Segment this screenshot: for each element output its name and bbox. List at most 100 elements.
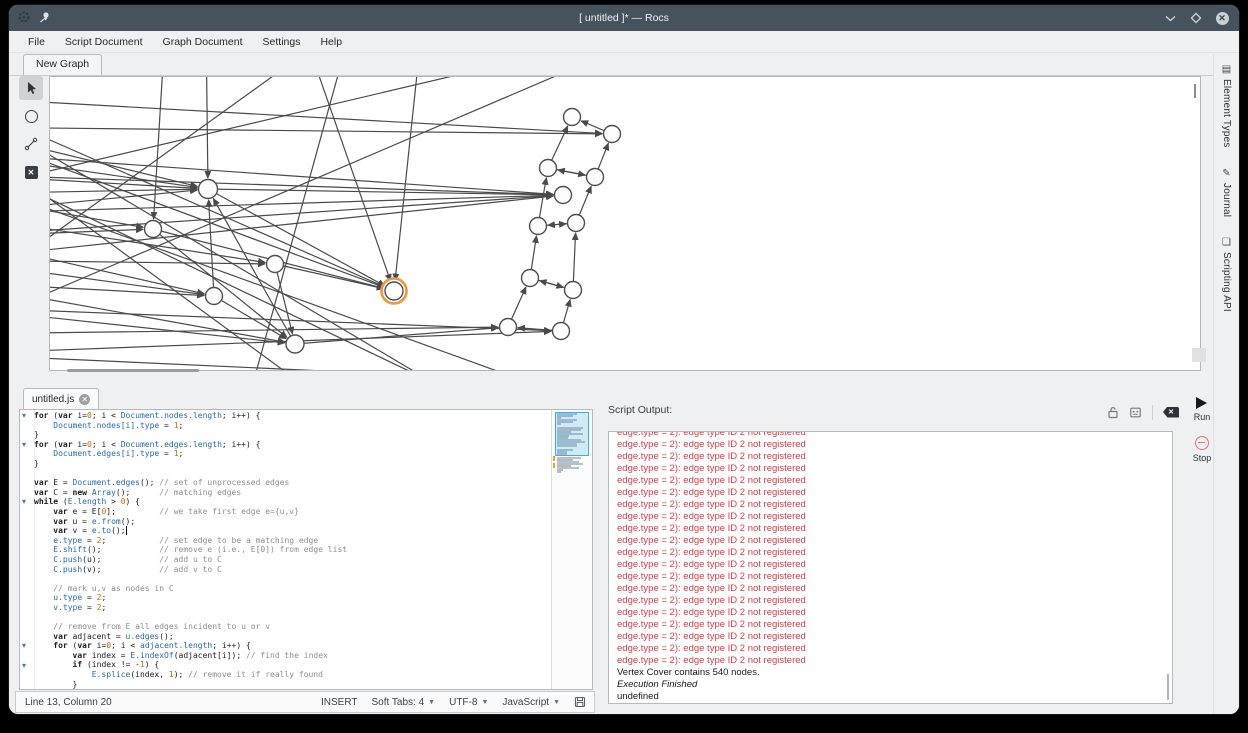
output-error-line: edge.type = 2): edge type ID 2 not regis… xyxy=(617,431,1172,439)
menu-item-settings[interactable]: Settings xyxy=(254,33,310,51)
code-line: var v = e.to(); xyxy=(34,526,552,536)
code-area[interactable]: for (var i=0; i < Document.nodes.length;… xyxy=(34,411,552,689)
code-line: // mark u,v as nodes in C xyxy=(34,584,552,594)
code-editor[interactable]: ▾ ▾ ▾ ▾ ▾ for (var i=0; i < Document.nodes.l… xyxy=(19,409,593,690)
graph-node[interactable] xyxy=(604,126,621,143)
tab-untitled-js[interactable]: untitled.js ✕ xyxy=(23,388,99,410)
code-line: C.push(v); // add v to C xyxy=(34,565,552,575)
debug-output-icon[interactable] xyxy=(1129,406,1142,419)
graph-edge[interactable] xyxy=(209,200,214,296)
close-button[interactable]: ✕ xyxy=(1215,11,1229,25)
graph-edge[interactable] xyxy=(208,189,553,195)
graph-node[interactable] xyxy=(553,323,570,340)
graph-node[interactable] xyxy=(145,221,162,238)
graph-edge[interactable] xyxy=(295,328,498,344)
fold-marker-icon[interactable]: ▾ xyxy=(22,497,26,507)
menu-item-script-document[interactable]: Script Document xyxy=(56,33,152,51)
graph-node-selected[interactable] xyxy=(385,282,403,300)
toolbar-separator xyxy=(1152,405,1153,420)
output-scrollbar[interactable] xyxy=(1167,674,1169,700)
save-icon[interactable] xyxy=(574,696,586,708)
chevron-down-icon: ▼ xyxy=(553,699,560,706)
delete-tool-button[interactable]: ✕ xyxy=(19,160,43,184)
graph-node[interactable] xyxy=(568,215,585,232)
clear-output-icon[interactable]: ✕ xyxy=(1163,407,1179,418)
add-edge-tool-button[interactable] xyxy=(19,132,43,156)
graph-node[interactable] xyxy=(267,256,284,273)
dock-tab-element-types[interactable]: ▤Element Types xyxy=(1221,64,1232,148)
graph-node[interactable] xyxy=(522,270,539,287)
add-node-tool-button[interactable] xyxy=(19,104,43,128)
menu-item-graph-document[interactable]: Graph Document xyxy=(154,33,252,51)
graph-edge[interactable] xyxy=(213,199,295,344)
run-button[interactable]: Run xyxy=(1194,397,1211,422)
graph-node[interactable] xyxy=(555,187,572,204)
graph-canvas[interactable] xyxy=(49,76,1201,371)
editor-statusbar: Line 13, Column 20 INSERT Soft Tabs: 4▼ … xyxy=(15,691,595,713)
graph-node[interactable] xyxy=(206,288,223,305)
canvas-vertical-scrollbar[interactable] xyxy=(1194,84,1196,98)
output-error-line: edge.type = 2): edge type ID 2 not regis… xyxy=(617,463,1172,475)
graph-edge[interactable] xyxy=(50,260,204,295)
graph-node[interactable] xyxy=(286,335,304,353)
graph-edge[interactable] xyxy=(50,97,602,133)
graph-edge[interactable] xyxy=(50,127,197,186)
output-error-line: edge.type = 2): edge type ID 2 not regis… xyxy=(617,487,1172,499)
fold-margin[interactable]: ▾ ▾ ▾ ▾ ▾ xyxy=(20,410,35,689)
graph-node[interactable] xyxy=(564,109,581,126)
dock-tab-scripting-api[interactable]: ❏Scripting API xyxy=(1221,237,1232,312)
graph-edge[interactable] xyxy=(50,77,682,334)
play-icon xyxy=(1196,397,1207,409)
fold-marker-icon[interactable]: ▾ xyxy=(22,440,26,450)
code-line: var index = E.indexOf(adjacent[i]); // f… xyxy=(34,651,552,661)
menu-item-file[interactable]: File xyxy=(19,33,54,51)
soft-tabs-dropdown[interactable]: Soft Tabs: 4▼ xyxy=(372,697,436,708)
graph-edge[interactable] xyxy=(50,196,553,237)
dock-tab-journal[interactable]: ✎Journal xyxy=(1221,168,1232,217)
graph-node[interactable] xyxy=(199,180,218,199)
output-line: Vertex Cover contains 540 nodes. xyxy=(617,667,1172,679)
graph-edge[interactable] xyxy=(50,127,602,134)
output-error-line: edge.type = 2): edge type ID 2 not regis… xyxy=(617,547,1172,559)
graph-node[interactable] xyxy=(565,282,582,299)
graph-edge[interactable] xyxy=(395,77,422,281)
graph-node[interactable] xyxy=(540,160,557,177)
cursor-icon xyxy=(25,81,38,95)
code-line: E.shift(); // remove e (i.e., E[0]) from… xyxy=(34,545,552,555)
canvas-horizontal-scrollbar[interactable] xyxy=(67,369,199,372)
close-tab-icon[interactable]: ✕ xyxy=(79,394,90,405)
fold-marker-icon[interactable]: ▾ xyxy=(22,411,26,421)
stop-button[interactable]: Stop xyxy=(1193,436,1212,463)
select-tool-button[interactable] xyxy=(19,76,43,100)
graph-edge[interactable] xyxy=(50,354,522,370)
editor-minimap[interactable] xyxy=(551,410,592,689)
fold-marker-icon[interactable]: ▾ xyxy=(22,641,26,651)
output-line: undefined xyxy=(617,691,1172,703)
code-line: v.type = 2; xyxy=(34,603,552,613)
language-dropdown[interactable]: JavaScript▼ xyxy=(502,697,560,708)
graph-edge[interactable] xyxy=(50,237,204,294)
minimap-modified-mark xyxy=(553,463,555,468)
element-types-icon: ▤ xyxy=(1222,64,1231,75)
maximize-button[interactable] xyxy=(1189,11,1203,25)
graph-node[interactable] xyxy=(530,218,547,235)
graph-edge[interactable] xyxy=(154,77,165,219)
insert-mode-label[interactable]: INSERT xyxy=(321,697,358,708)
minimize-button[interactable] xyxy=(1163,11,1177,25)
code-line: Document.edges[i].type = 1; xyxy=(34,449,552,459)
edge-icon xyxy=(24,137,38,151)
graph-node[interactable] xyxy=(587,169,604,186)
fold-marker-icon[interactable]: ▾ xyxy=(22,661,26,671)
graph-edge[interactable] xyxy=(206,77,208,178)
graph-node[interactable] xyxy=(500,319,517,336)
lock-icon[interactable] xyxy=(1107,406,1119,419)
editor-tab-label: untitled.js xyxy=(32,390,74,410)
code-line xyxy=(34,469,552,479)
menu-item-help[interactable]: Help xyxy=(311,33,351,51)
tab-new-graph[interactable]: New Graph xyxy=(23,54,102,75)
encoding-dropdown[interactable]: UTF-8▼ xyxy=(449,697,488,708)
graph-edge[interactable] xyxy=(50,260,265,264)
code-line: u.type = 2; xyxy=(34,593,552,603)
minimap-viewport[interactable] xyxy=(555,412,589,456)
graph-edge[interactable] xyxy=(50,189,197,194)
